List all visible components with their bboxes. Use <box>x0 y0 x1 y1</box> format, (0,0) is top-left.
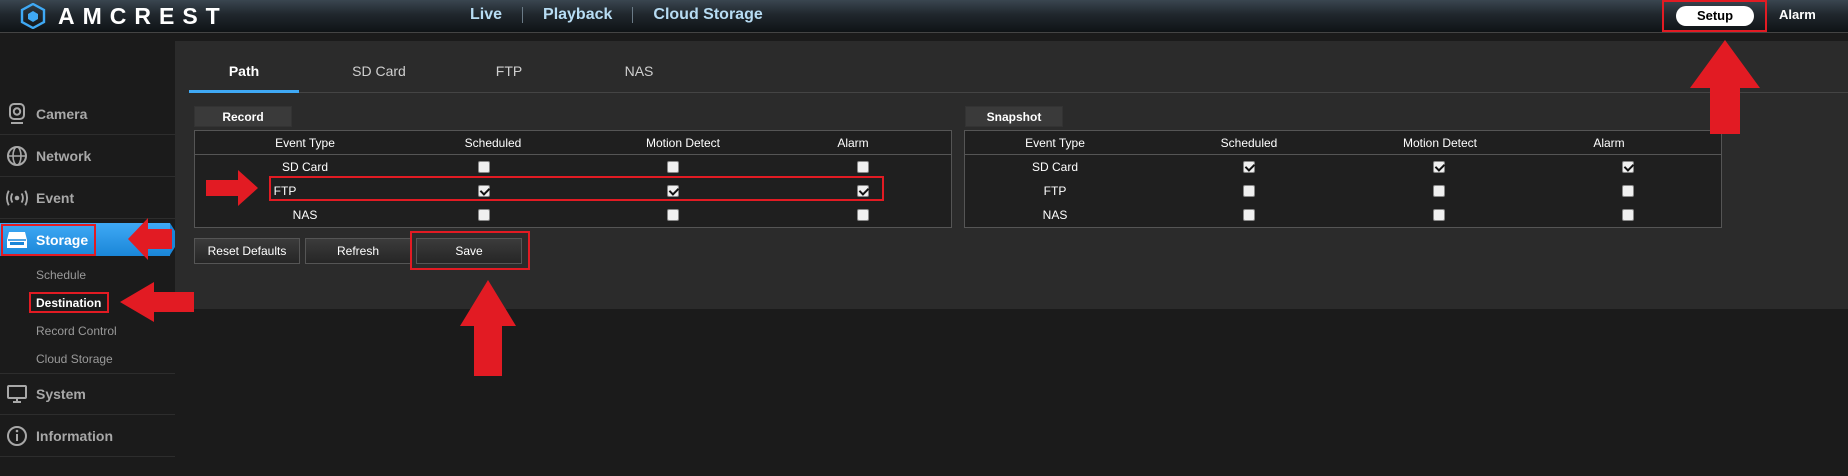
arrow-up-icon <box>460 280 516 376</box>
column-header: Event Type <box>275 136 335 150</box>
refresh-button[interactable]: Refresh <box>305 238 411 264</box>
sidebar-item-label: Information <box>36 427 113 444</box>
tab-path[interactable]: Path <box>189 50 299 93</box>
record-nas-motion-checkbox[interactable] <box>667 209 679 221</box>
arrow-left-icon <box>120 282 194 322</box>
broadcast-icon <box>6 187 28 209</box>
nav-live[interactable]: Live <box>450 6 522 24</box>
record-nas-alarm-checkbox[interactable] <box>857 209 869 221</box>
snapshot-nas-alarm-checkbox[interactable] <box>1622 209 1634 221</box>
sidebar-item-event[interactable]: Event <box>0 177 175 219</box>
column-header: Motion Detect <box>645 136 721 150</box>
brand-logo: AMCREST <box>20 2 228 30</box>
event-type-label: SD Card <box>1031 160 1078 174</box>
record-sdcard-scheduled-checkbox[interactable] <box>478 161 490 173</box>
info-icon <box>6 425 28 447</box>
globe-icon <box>6 145 28 167</box>
arrow-up-icon <box>1690 40 1760 134</box>
snapshot-group-title: Snapshot <box>965 106 1063 127</box>
column-header: Scheduled <box>1220 136 1278 150</box>
subnav-cloud-storage[interactable]: Cloud Storage <box>36 352 113 366</box>
table-row: NAS <box>195 203 951 227</box>
brand-name: AMCREST <box>58 2 228 29</box>
tab-nas[interactable]: NAS <box>584 50 694 93</box>
arrow-right-icon <box>206 170 258 206</box>
sidebar-item-label: Network <box>36 147 92 164</box>
camera-icon <box>6 102 28 125</box>
record-sdcard-motion-checkbox[interactable] <box>667 161 679 173</box>
destination-highlight-box <box>29 292 109 313</box>
table-row: SD Card <box>965 155 1721 179</box>
storage-highlight-box <box>1 224 96 256</box>
table-header-row: Event Type Scheduled Motion Detect Alarm <box>195 131 951 155</box>
subnav-record-control[interactable]: Record Control <box>36 324 117 338</box>
subnav-schedule[interactable]: Schedule <box>36 268 86 282</box>
setup-button[interactable]: Setup <box>1676 6 1754 26</box>
snapshot-sdcard-motion-checkbox[interactable] <box>1433 161 1445 173</box>
save-highlight-box <box>410 231 530 270</box>
snapshot-ftp-scheduled-checkbox[interactable] <box>1243 185 1255 197</box>
sidebar-item-information[interactable]: Information <box>0 415 175 457</box>
reset-defaults-button[interactable]: Reset Defaults <box>194 238 300 264</box>
record-nas-scheduled-checkbox[interactable] <box>478 209 490 221</box>
snapshot-nas-scheduled-checkbox[interactable] <box>1243 209 1255 221</box>
sidebar-item-camera[interactable]: Camera <box>0 93 175 135</box>
sidebar-item-label: System <box>36 386 86 402</box>
event-type-label: FTP <box>1043 184 1067 198</box>
top-bar: AMCREST Live Playback Cloud Storage Setu… <box>0 0 1848 33</box>
record-sdcard-alarm-checkbox[interactable] <box>857 161 869 173</box>
monitor-icon <box>6 383 28 405</box>
sidebar-item-label: Event <box>36 189 75 206</box>
top-nav: Live Playback Cloud Storage <box>450 0 783 30</box>
snapshot-sdcard-scheduled-checkbox[interactable] <box>1243 161 1255 173</box>
sidebar-item-system[interactable]: System <box>0 373 175 415</box>
alarm-link[interactable]: Alarm <box>1779 7 1816 22</box>
column-header: Motion Detect <box>1402 136 1478 150</box>
setup-highlight-box: Setup <box>1662 0 1767 32</box>
sidebar-item-label: Camera <box>36 105 88 122</box>
nav-playback[interactable]: Playback <box>523 6 632 24</box>
snapshot-nas-motion-checkbox[interactable] <box>1433 209 1445 221</box>
hexagon-logo-icon <box>20 3 46 29</box>
snapshot-sdcard-alarm-checkbox[interactable] <box>1622 161 1634 173</box>
snapshot-table: Event Type Scheduled Motion Detect Alarm… <box>964 130 1722 228</box>
arrow-left-icon <box>128 218 172 260</box>
snapshot-ftp-alarm-checkbox[interactable] <box>1622 185 1634 197</box>
table-row: NAS <box>965 203 1721 227</box>
nav-cloud-storage[interactable]: Cloud Storage <box>633 6 782 24</box>
snapshot-ftp-motion-checkbox[interactable] <box>1433 185 1445 197</box>
tab-sd-card[interactable]: SD Card <box>324 50 434 93</box>
column-header: Alarm <box>837 136 869 150</box>
sidebar-item-network[interactable]: Network <box>0 135 175 177</box>
column-header: Event Type <box>1025 136 1085 150</box>
table-row: FTP <box>965 179 1721 203</box>
ftp-row-highlight-box <box>269 176 884 201</box>
table-header-row: Event Type Scheduled Motion Detect Alarm <box>965 131 1721 155</box>
column-header: Scheduled <box>464 136 522 150</box>
tab-bar: Path SD Card FTP NAS <box>189 50 1848 93</box>
event-type-label: NAS <box>1042 208 1068 222</box>
app-root: AMCREST Live Playback Cloud Storage Setu… <box>0 0 1848 476</box>
tab-ftp[interactable]: FTP <box>454 50 564 93</box>
record-group-title: Record <box>194 106 292 127</box>
column-header: Alarm <box>1593 136 1625 150</box>
